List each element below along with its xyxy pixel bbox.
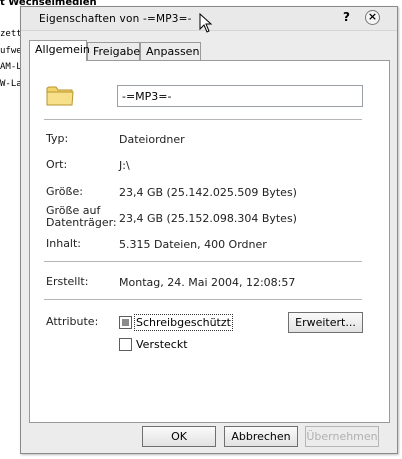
dialog-title: Eigenschaften von -=MP3=- — [39, 13, 192, 25]
contents-label: Inhalt: — [46, 237, 82, 250]
size-on-disk-label-line2: Datenträger: — [46, 216, 117, 229]
advanced-button[interactable]: Erweitert... — [288, 312, 363, 333]
attributes-label: Attribute: — [46, 315, 99, 328]
hidden-label[interactable]: Versteckt — [136, 338, 188, 351]
separator — [44, 261, 362, 262]
size-on-disk-value: 23,4 GB (25.152.098.304 Bytes) — [119, 212, 297, 225]
created-label: Erstellt: — [46, 275, 89, 288]
hidden-checkbox[interactable] — [119, 338, 132, 351]
close-button[interactable]: × — [365, 10, 380, 25]
apply-button[interactable]: Übernehmen — [305, 426, 379, 447]
readonly-checkbox[interactable] — [119, 316, 132, 329]
type-label: Typ: — [46, 132, 69, 145]
help-button[interactable]: ? — [343, 10, 350, 24]
tab-allgemein[interactable]: Allgemein — [29, 40, 90, 61]
created-value: Montag, 24. Mai 2004, 12:08:57 — [119, 276, 296, 289]
location-value: J:\ — [119, 159, 130, 172]
mouse-cursor-icon — [199, 13, 213, 33]
size-value: 23,4 GB (25.142.025.509 Bytes) — [119, 186, 297, 199]
general-tab-panel: Typ: Dateiordner Ort: J:\ Größe: 23,4 GB… — [29, 60, 390, 423]
separator — [44, 119, 362, 120]
folder-icon — [46, 86, 74, 106]
type-value: Dateiordner — [119, 133, 185, 146]
tab-anpassen[interactable]: Anpassen — [140, 42, 201, 60]
separator — [44, 299, 362, 300]
size-label: Größe: — [46, 185, 83, 198]
readonly-label[interactable]: Schreibgeschützt — [134, 314, 233, 331]
tab-freigabe[interactable]: Freigabe — [87, 42, 140, 60]
location-label: Ort: — [46, 158, 68, 171]
contents-value: 5.315 Dateien, 400 Ordner — [119, 238, 267, 251]
cancel-button[interactable]: Abbrechen — [224, 426, 298, 447]
ok-button[interactable]: OK — [142, 426, 216, 447]
folder-name-input[interactable] — [117, 85, 363, 107]
properties-dialog: Eigenschaften von -=MP3=- ? × Allgemein … — [20, 6, 398, 454]
